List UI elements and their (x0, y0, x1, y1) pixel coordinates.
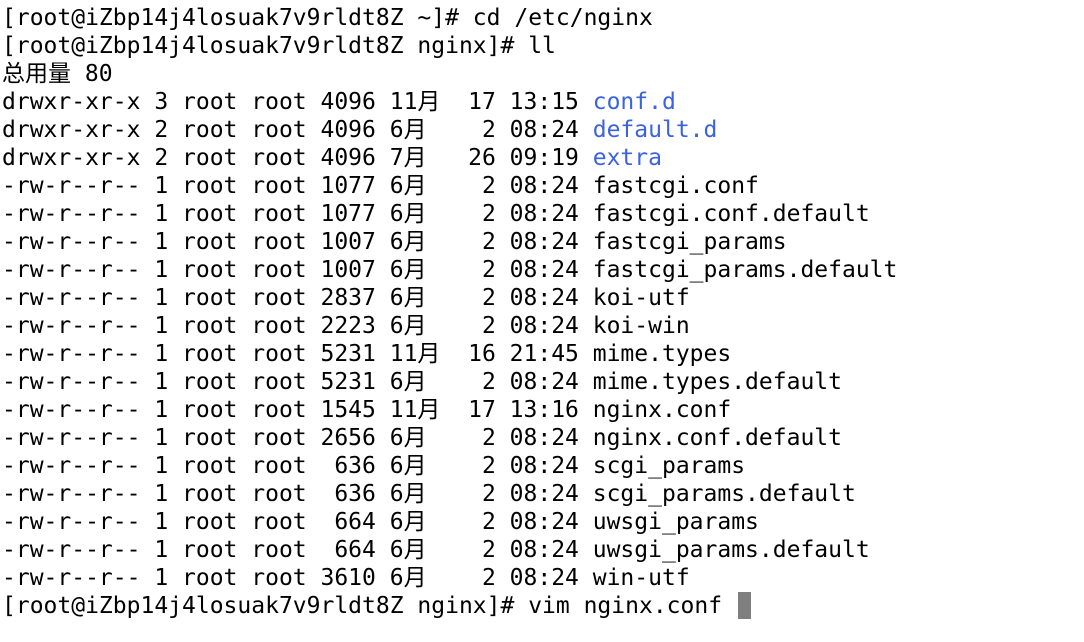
listing-row: -rw-r--r-- 1 root root 1077 6月 2 08:24 f… (2, 172, 1084, 200)
listing-row: -rw-r--r-- 1 root root 636 6月 2 08:24 sc… (2, 452, 1084, 480)
file-name: nginx.conf.default (592, 425, 842, 451)
file-name: nginx.conf (592, 397, 732, 423)
file-name: mime.types (592, 341, 732, 367)
listing-row-meta: -rw-r--r-- 1 root root 636 6月 2 08:24 (2, 453, 593, 479)
terminal-window[interactable]: [root@iZbp14j4losuak7v9rldt8Z ~]# cd /et… (0, 0, 1084, 642)
file-name: koi-win (592, 313, 690, 339)
listing-row-meta: -rw-r--r-- 1 root root 1007 6月 2 08:24 (2, 229, 593, 255)
file-name: fastcgi_params (592, 229, 787, 255)
listing-row: -rw-r--r-- 1 root root 1007 6月 2 08:24 f… (2, 256, 1084, 284)
total-line: 总用量 80 (2, 61, 113, 87)
listing-row: -rw-r--r-- 1 root root 1007 6月 2 08:24 f… (2, 228, 1084, 256)
file-name: win-utf (592, 565, 690, 591)
listing-row-meta: -rw-r--r-- 1 root root 1545 11月 17 13:16 (2, 397, 593, 423)
listing-row: -rw-r--r-- 1 root root 2656 6月 2 08:24 n… (2, 424, 1084, 452)
listing-row: drwxr-xr-x 3 root root 4096 11月 17 13:15… (2, 88, 1084, 116)
listing-row-meta: -rw-r--r-- 1 root root 1077 6月 2 08:24 (2, 201, 593, 227)
prompt-input-text: [root@iZbp14j4losuak7v9rldt8Z nginx]# vi… (2, 593, 736, 619)
listing-row-meta: -rw-r--r-- 1 root root 664 6月 2 08:24 (2, 537, 593, 563)
listing-row-meta: -rw-r--r-- 1 root root 2223 6月 2 08:24 (2, 313, 593, 339)
file-name: mime.types.default (592, 369, 842, 395)
cursor-block (737, 592, 751, 619)
listing-row-meta: drwxr-xr-x 2 root root 4096 6月 2 08:24 (2, 117, 593, 143)
listing-row: -rw-r--r-- 1 root root 664 6月 2 08:24 uw… (2, 536, 1084, 564)
listing-row: -rw-r--r-- 1 root root 2837 6月 2 08:24 k… (2, 284, 1084, 312)
file-name: uwsgi_params (592, 509, 759, 535)
listing-row-meta: -rw-r--r-- 1 root root 2656 6月 2 08:24 (2, 425, 593, 451)
listing-row-meta: -rw-r--r-- 1 root root 3610 6月 2 08:24 (2, 565, 593, 591)
listing-row: drwxr-xr-x 2 root root 4096 6月 2 08:24 d… (2, 116, 1084, 144)
listing-row: -rw-r--r-- 1 root root 664 6月 2 08:24 uw… (2, 508, 1084, 536)
file-name: scgi_params (592, 453, 746, 479)
directory-name: default.d (592, 117, 718, 143)
listing-row: -rw-r--r-- 1 root root 1077 6月 2 08:24 f… (2, 200, 1084, 228)
listing-row: -rw-r--r-- 1 root root 2223 6月 2 08:24 k… (2, 312, 1084, 340)
command-line-cd: [root@iZbp14j4losuak7v9rldt8Z ~]# cd /et… (2, 5, 653, 31)
listing-row: -rw-r--r-- 1 root root 5231 6月 2 08:24 m… (2, 368, 1084, 396)
listing-row-meta: -rw-r--r-- 1 root root 664 6月 2 08:24 (2, 509, 593, 535)
file-name: fastcgi.conf (592, 173, 759, 199)
listing-row-meta: -rw-r--r-- 1 root root 636 6月 2 08:24 (2, 481, 593, 507)
listing-row: drwxr-xr-x 2 root root 4096 7月 26 09:19 … (2, 144, 1084, 172)
listing-row: -rw-r--r-- 1 root root 1545 11月 17 13:16… (2, 396, 1084, 424)
command-line-ll: [root@iZbp14j4losuak7v9rldt8Z nginx]# ll (2, 33, 556, 59)
listing-row: -rw-r--r-- 1 root root 3610 6月 2 08:24 w… (2, 564, 1084, 592)
file-name: fastcgi_params.default (592, 257, 898, 283)
listing-row: -rw-r--r-- 1 root root 5231 11月 16 21:45… (2, 340, 1084, 368)
listing-row-meta: -rw-r--r-- 1 root root 1007 6月 2 08:24 (2, 257, 593, 283)
file-name: scgi_params.default (592, 481, 856, 507)
listing-row: -rw-r--r-- 1 root root 636 6月 2 08:24 sc… (2, 480, 1084, 508)
listing-row-meta: -rw-r--r-- 1 root root 5231 6月 2 08:24 (2, 369, 593, 395)
current-prompt-line[interactable]: [root@iZbp14j4losuak7v9rldt8Z nginx]# vi… (2, 592, 1084, 620)
file-listing: drwxr-xr-x 3 root root 4096 11月 17 13:15… (2, 88, 1084, 592)
file-name: uwsgi_params.default (592, 537, 870, 563)
listing-row-meta: drwxr-xr-x 3 root root 4096 11月 17 13:15 (2, 89, 593, 115)
listing-row-meta: -rw-r--r-- 1 root root 5231 11月 16 21:45 (2, 341, 593, 367)
listing-row-meta: -rw-r--r-- 1 root root 2837 6月 2 08:24 (2, 285, 593, 311)
directory-name: extra (592, 145, 662, 171)
listing-row-meta: drwxr-xr-x 2 root root 4096 7月 26 09:19 (2, 145, 593, 171)
file-name: koi-utf (592, 285, 690, 311)
file-name: fastcgi.conf.default (592, 201, 870, 227)
listing-row-meta: -rw-r--r-- 1 root root 1077 6月 2 08:24 (2, 173, 593, 199)
directory-name: conf.d (592, 89, 676, 115)
